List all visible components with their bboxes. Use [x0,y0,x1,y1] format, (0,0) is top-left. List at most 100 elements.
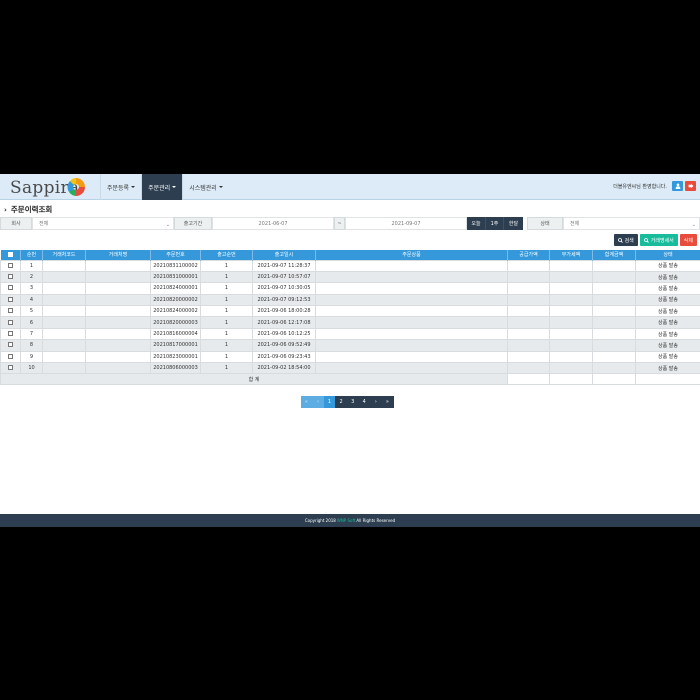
table-row[interactable]: 7 20210816000004 1 2021-09-06 10:12:25 상품 발송 [0,327,700,341]
search-filter: 회사 전체 ⌄ 출고기간 2021-06-07 ~ 2021-09-07 오늘 … [0,217,700,230]
status-label: 상태 [527,217,563,230]
date-to-input[interactable]: 2021-09-07 [345,217,467,230]
one-week-button[interactable]: 1주 [485,217,503,230]
row-checkbox[interactable] [0,305,21,318]
next-page-button[interactable]: › [370,396,383,408]
col-header[interactable]: 주문번호 [150,250,201,260]
status-select[interactable]: 전체 ⌄ [563,217,700,230]
date-from-input[interactable]: 2021-06-07 [212,217,334,230]
cell-total [592,361,636,375]
cell-order-no: 20210820000002 [150,293,201,307]
page-3-button[interactable]: 3 [347,396,359,408]
cell-vat [549,270,593,284]
checkbox[interactable] [8,319,13,325]
table-row[interactable]: 9 20210823000001 1 2021-09-06 09:23:43 상품 발송 [0,350,700,364]
row-checkbox[interactable] [0,350,21,364]
delete-button[interactable]: 삭제 [679,234,697,246]
prev-page-button[interactable]: ‹ [312,396,325,408]
cell-ship-date: 2021-09-07 11:28:37 [252,259,316,272]
checkbox[interactable] [8,296,13,302]
row-checkbox[interactable] [0,270,21,284]
checkbox[interactable] [8,274,13,280]
checkbox[interactable] [8,353,13,359]
cell-ship-seq: 1 [200,339,253,352]
company-label: 회사 [0,217,32,230]
col-header[interactable]: 주문상품 [315,250,508,260]
col-header[interactable]: 거래처코드 [42,250,86,260]
cell-supply [507,339,550,352]
table-row[interactable]: 10 20210806000003 1 2021-09-02 18:54:00 상품 발… [0,361,700,375]
table-row[interactable]: 2 20210831000001 1 2021-09-07 10:57:07 상품 발송 [0,270,700,284]
cell-total [592,282,636,295]
cell-status: 상품 발송 [635,293,700,307]
row-checkbox[interactable] [0,339,21,352]
page-2-button[interactable]: 2 [335,396,348,408]
table-row[interactable]: 1 20210831100002 1 2021-09-07 11:28:37 상품 발송 [0,259,700,272]
row-checkbox[interactable] [0,361,21,375]
table-row[interactable]: 6 20210820000003 1 2021-09-06 12:17:08 상품 발송 [0,316,700,329]
checkbox[interactable] [8,331,13,337]
menu-order-manage[interactable]: 주문관리 [141,174,183,200]
table-header-row: 순번 거래처코드 거래처명 주문번호 출고순번 출고일시 주문상품 공급가액 부… [0,250,700,260]
app-window: Sappira 주문등록 주문관리 시스템관리 더블유엔씨님 환영합니다. › … [0,174,700,527]
col-header[interactable]: 공급가액 [507,250,550,260]
row-checkbox[interactable] [0,259,21,272]
checkbox[interactable] [8,308,13,314]
checkbox[interactable] [8,285,13,291]
col-header[interactable]: 상태 [635,250,700,260]
first-page-button[interactable]: « [301,396,313,408]
cell-status: 상품 발송 [635,270,700,284]
table-row[interactable]: 5 20210824000002 1 2021-09-06 18:00:28 상품 발송 [0,305,700,318]
menu-order-register[interactable]: 주문등록 [100,174,141,200]
last-page-button[interactable]: » [382,396,394,408]
checkbox[interactable] [8,342,13,348]
table-row[interactable]: 3 20210824000001 1 2021-09-07 10:30:05 상품 발송 [0,282,700,295]
cell-vat [549,305,593,318]
search-icon [643,237,649,243]
col-header[interactable]: 출고일시 [252,250,316,260]
cell-no: 4 [20,293,43,307]
page-1-button[interactable]: 1 [324,396,336,408]
select-all-checkbox[interactable] [0,250,21,260]
col-header[interactable]: 거래처명 [85,250,151,260]
cell-ship-date: 2021-09-07 10:30:05 [252,282,316,295]
one-month-button[interactable]: 한달 [503,217,523,230]
search-button[interactable]: 검색 [613,234,638,246]
row-checkbox[interactable] [0,316,21,329]
page-4-button[interactable]: 4 [358,396,371,408]
col-header[interactable]: 합계금액 [592,250,636,260]
row-checkbox[interactable] [0,327,21,341]
row-checkbox[interactable] [0,293,21,307]
user-icon [675,183,680,189]
checkbox[interactable] [8,365,13,371]
table-row[interactable]: 8 20210817000001 1 2021-09-06 09:52:49 상품 발송 [0,339,700,352]
cell-client-name [85,259,151,272]
today-button[interactable]: 오늘 [467,217,485,230]
menu-system-manage[interactable]: 시스템관리 [182,174,229,200]
cell-order-no: 20210831100002 [150,259,201,272]
cell-client-name [85,293,151,307]
statement-button[interactable]: 거래명세서 [639,234,678,246]
cell-order-no: 20210831000001 [150,270,201,284]
cell-product [315,305,508,318]
cell-order-no: 20210806000003 [150,361,201,375]
cell-supply [507,270,550,284]
cell-ship-date: 2021-09-06 10:12:25 [252,327,316,341]
table-row[interactable]: 4 20210820000002 1 2021-09-07 09:12:53 상품 발송 [0,293,700,307]
sappira-logo[interactable]: Sappira [10,176,85,198]
company-select[interactable]: 전체 ⌄ [32,217,174,230]
col-header[interactable]: 부가세액 [549,250,593,260]
row-checkbox[interactable] [0,282,21,295]
logout-icon [688,183,693,189]
total-status [635,373,700,386]
cell-product [315,270,508,284]
footer-brand-link[interactable]: WNP Soft [337,518,356,523]
col-header[interactable]: 출고순번 [200,250,253,260]
logout-button[interactable] [685,181,696,191]
cell-no: 10 [20,361,43,375]
checkbox[interactable] [8,262,13,268]
cell-client-name [85,327,151,341]
col-header[interactable]: 순번 [20,250,43,260]
user-profile-button[interactable] [672,181,683,191]
cell-supply [507,350,550,364]
